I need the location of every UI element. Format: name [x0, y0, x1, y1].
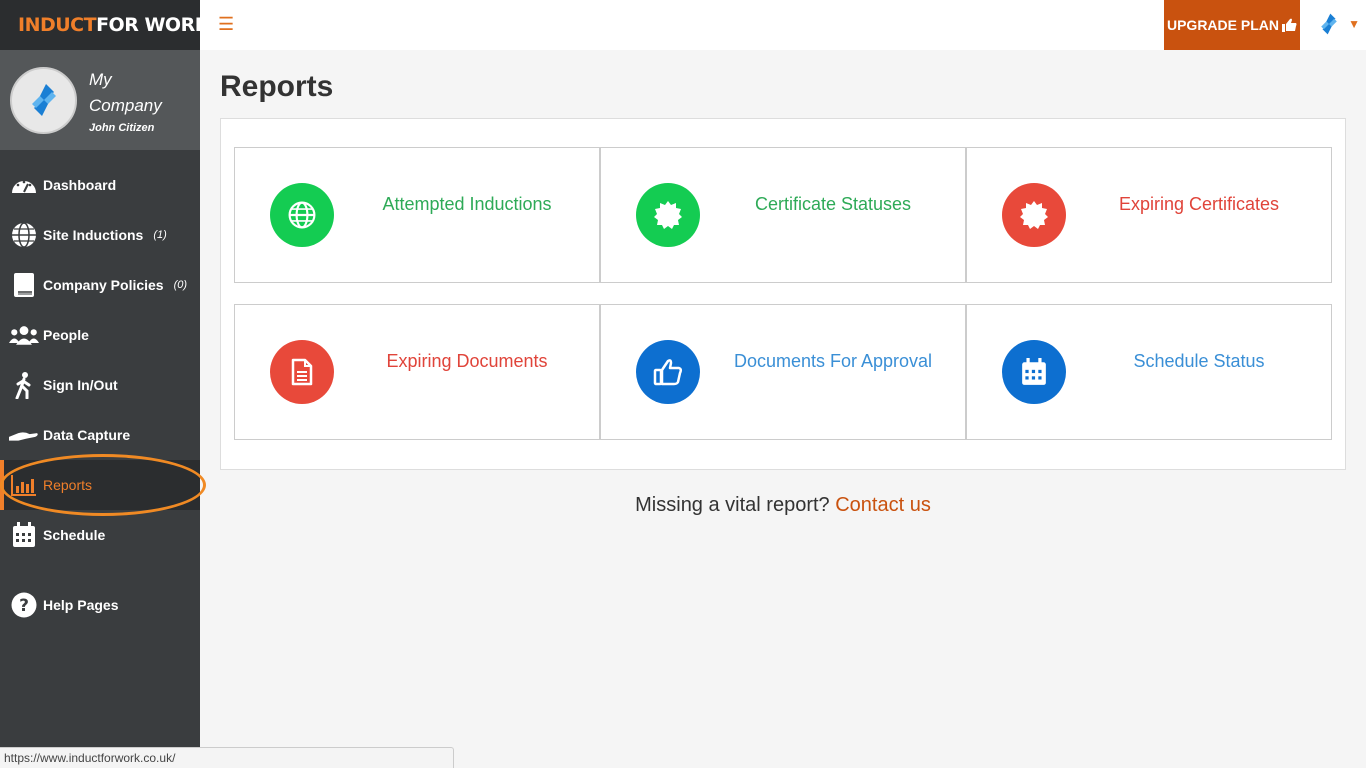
book-icon	[9, 270, 39, 300]
contact-us-link[interactable]: Contact us	[835, 494, 931, 516]
document-icon	[270, 340, 334, 404]
brand-name-part2: FOR WORK	[96, 14, 209, 36]
walking-person-icon	[9, 370, 39, 400]
thumbs-up-icon	[1282, 18, 1297, 32]
globe-icon	[9, 220, 39, 250]
report-tile-label: Expiring Documents	[386, 351, 548, 371]
company-name: My Company	[89, 69, 162, 115]
profile-card: My Company John Citizen	[0, 50, 200, 150]
report-tile-schedule-status[interactable]: Schedule Status	[966, 304, 1332, 440]
report-tile-label: Attempted Inductions	[382, 194, 552, 214]
sidebar-item-label: Site Inductions	[43, 227, 144, 243]
svg-text:?: ?	[19, 596, 29, 616]
main-content: Reports Attempted Inductions Certificate…	[200, 50, 1366, 768]
sidebar-item-people[interactable]: People	[0, 310, 200, 360]
upgrade-plan-label: UPGRADE PLAN	[1166, 17, 1279, 33]
sidebar-item-help-pages[interactable]: ? Help Pages	[0, 580, 200, 630]
sidebar-item-schedule[interactable]: Schedule	[0, 510, 200, 560]
report-tile-label: Certificate Statuses	[754, 194, 912, 214]
sidebar-item-reports[interactable]: Reports	[0, 454, 206, 516]
company-logo-icon	[31, 84, 56, 116]
sidebar-item-label: Data Capture	[43, 427, 131, 443]
upgrade-plan-button[interactable]: UPGRADE PLAN	[1164, 0, 1300, 50]
company-policies-count: (0)	[173, 279, 188, 291]
menu-toggle-icon[interactable]: ☰	[218, 14, 234, 35]
user-name: John Citizen	[89, 121, 155, 134]
status-bar-url: https://www.inductforwork.co.uk/	[0, 747, 454, 768]
calendar-icon	[1002, 340, 1066, 404]
sidebar-item-site-inductions[interactable]: Site Inductions (1)	[0, 210, 200, 260]
report-tile-expiring-certificates[interactable]: Expiring Certificates	[966, 147, 1332, 283]
missing-report-notice: Missing a vital report? Contact us	[200, 494, 1366, 517]
sidebar-nav: Dashboard Site Inductions (1) Company Po…	[0, 160, 206, 630]
question-circle-icon: ?	[9, 590, 39, 620]
report-tile-documents-for-approval[interactable]: Documents For Approval	[600, 304, 966, 440]
chevron-down-icon: ▼	[1348, 17, 1360, 31]
sidebar-item-company-policies[interactable]: Company Policies (0)	[0, 260, 200, 310]
company-logo-icon	[1321, 13, 1337, 35]
thumbs-up-icon	[636, 340, 700, 404]
report-tile-attempted-inductions[interactable]: Attempted Inductions	[234, 147, 600, 283]
people-icon	[9, 320, 39, 350]
top-bar: ☰ UPGRADE PLAN ▼	[200, 0, 1366, 50]
sidebar-item-label: Reports	[43, 477, 93, 493]
report-tile-label: Schedule Status	[1133, 351, 1265, 371]
company-avatar	[10, 66, 77, 134]
report-tile-label: Documents For Approval	[733, 351, 933, 371]
sidebar-item-data-capture[interactable]: Data Capture	[0, 410, 200, 460]
brand-logo[interactable]: INDUCTFOR WORK	[0, 0, 209, 50]
certificate-icon	[636, 183, 700, 247]
brand-name-part1: INDUCT	[18, 14, 97, 36]
sidebar-item-label: Sign In/Out	[43, 377, 118, 393]
sidebar-item-label: Dashboard	[43, 177, 117, 193]
sidebar-item-label: People	[43, 327, 89, 343]
sidebar-item-label: Company Policies	[43, 277, 164, 293]
bar-chart-icon	[9, 470, 39, 500]
sidebar-item-dashboard[interactable]: Dashboard	[0, 160, 200, 210]
reports-panel: Attempted Inductions Certificate Statuse…	[220, 118, 1346, 470]
page-title: Reports	[220, 70, 334, 103]
sidebar-item-label: Schedule	[43, 527, 106, 543]
globe-icon	[270, 183, 334, 247]
report-tile-expiring-documents[interactable]: Expiring Documents	[234, 304, 600, 440]
sidebar-item-label: Help Pages	[43, 597, 119, 613]
certificate-icon	[1002, 183, 1066, 247]
report-tile-label: Expiring Certificates	[1118, 194, 1280, 214]
site-inductions-count: (1)	[153, 229, 167, 241]
dashboard-gauge-icon	[9, 170, 39, 200]
calendar-icon	[9, 520, 39, 550]
hand-icon	[9, 420, 39, 450]
user-menu[interactable]: ▼	[1316, 10, 1360, 38]
sidebar: INDUCTFOR WORK My Company John Citizen D…	[0, 0, 209, 768]
missing-report-text: Missing a vital report?	[635, 494, 830, 516]
sidebar-item-sign-in-out[interactable]: Sign In/Out	[0, 360, 200, 410]
report-tile-certificate-statuses[interactable]: Certificate Statuses	[600, 147, 966, 283]
